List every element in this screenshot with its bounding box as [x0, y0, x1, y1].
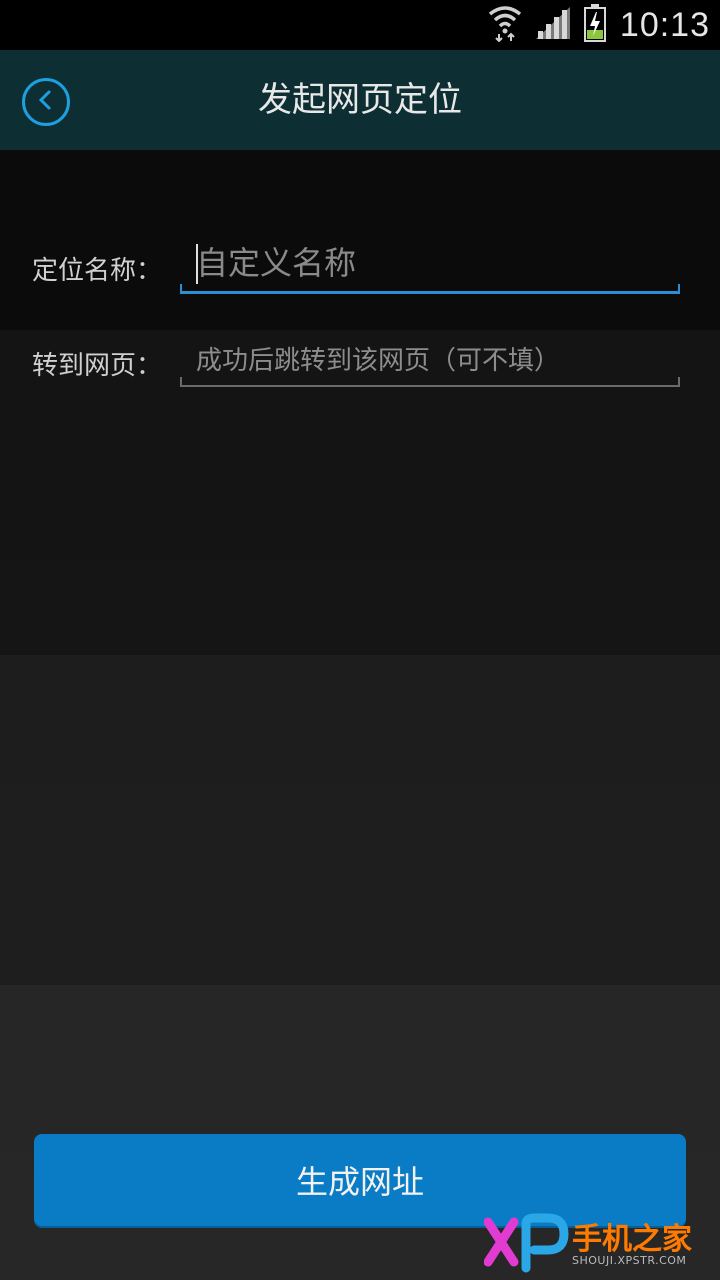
location-name-underline	[180, 284, 680, 294]
location-name-label: 定位名称：	[32, 256, 163, 286]
watermark-url: SHOUJI.XPSTR.COM	[572, 1254, 687, 1267]
redirect-url-label: 转到网页：	[32, 351, 163, 381]
status-time: 10:13	[619, 5, 710, 44]
redirect-url-field	[180, 335, 680, 387]
redirect-url-underline	[180, 377, 680, 387]
watermark-brand: 手机之家	[572, 1222, 692, 1257]
text-caret	[196, 244, 198, 284]
page-title: 发起网页定位	[258, 80, 462, 120]
status-bar: 10:13	[0, 0, 720, 50]
redirect-url-row: 转到网页：	[0, 325, 720, 405]
location-name-row: 定位名称：	[0, 222, 720, 312]
wifi-icon	[488, 4, 522, 46]
battery-charging-icon	[583, 4, 606, 46]
location-name-field	[180, 232, 680, 294]
back-button[interactable]	[22, 78, 70, 126]
signal-icon	[535, 7, 570, 43]
status-icons: 10:13	[488, 0, 710, 50]
title-bar: 发起网页定位	[0, 50, 720, 150]
back-chevron-icon	[36, 89, 56, 115]
watermark-logo: 手机之家 SHOUJI.XPSTR.COM	[484, 1210, 714, 1276]
